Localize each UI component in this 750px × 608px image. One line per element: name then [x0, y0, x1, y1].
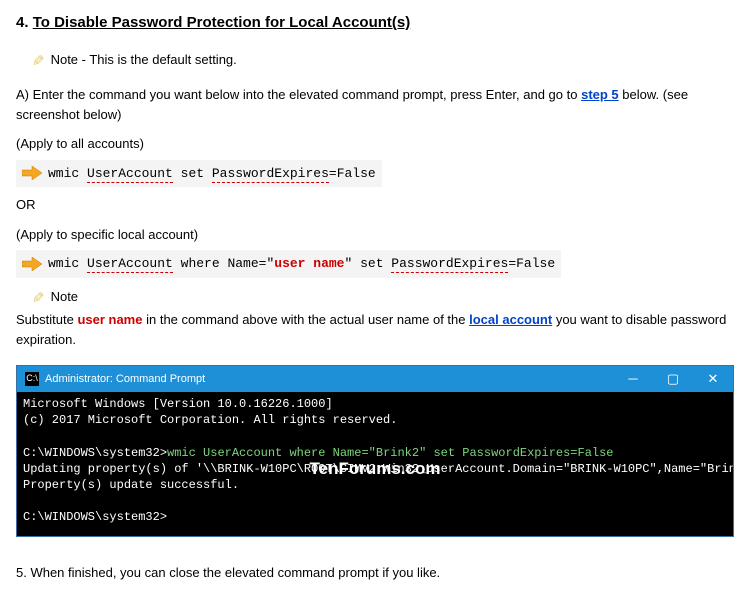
note-label: Note: [51, 287, 78, 307]
arrow-icon: [22, 257, 42, 271]
step-5: 5. When finished, you can close the elev…: [16, 563, 734, 583]
console-body: Microsoft Windows [Version 10.0.16226.10…: [17, 392, 733, 536]
step5-link[interactable]: step 5: [581, 87, 619, 102]
section-heading: 4. To Disable Password Protection for Lo…: [16, 12, 734, 35]
note-default-setting: Note - This is the default setting.: [30, 49, 734, 72]
close-button[interactable]: ✕: [693, 366, 733, 392]
code-block-specific: wmic UserAccount where Name="user name" …: [16, 250, 561, 278]
minimize-button[interactable]: ─: [613, 366, 653, 392]
command-prompt-window: C:\ Administrator: Command Prompt ─ ▢ ✕ …: [16, 365, 734, 537]
note-text: Note - This is the default setting.: [51, 50, 237, 70]
or-label: OR: [16, 195, 734, 215]
pencil-icon: [30, 49, 43, 72]
instruction-a: A) Enter the command you want below into…: [16, 85, 734, 124]
window-title: Administrator: Command Prompt: [45, 371, 613, 388]
pencil-icon: [30, 286, 43, 309]
window-titlebar: C:\ Administrator: Command Prompt ─ ▢ ✕: [17, 366, 733, 392]
command-text: wmic UserAccount set PasswordExpires=Fal…: [48, 164, 376, 184]
maximize-button[interactable]: ▢: [653, 366, 693, 392]
command-text: wmic UserAccount where Name="user name" …: [48, 254, 555, 274]
note-substitute-header: Note: [30, 286, 734, 309]
apply-all-label: (Apply to all accounts): [16, 134, 734, 154]
apply-specific-label: (Apply to specific local account): [16, 225, 734, 245]
arrow-icon: [22, 166, 42, 180]
local-account-link[interactable]: local account: [469, 312, 552, 327]
code-block-all: wmic UserAccount set PasswordExpires=Fal…: [16, 160, 382, 188]
cmd-icon: C:\: [25, 372, 39, 386]
note-substitute-text: Substitute user name in the command abov…: [16, 310, 734, 349]
